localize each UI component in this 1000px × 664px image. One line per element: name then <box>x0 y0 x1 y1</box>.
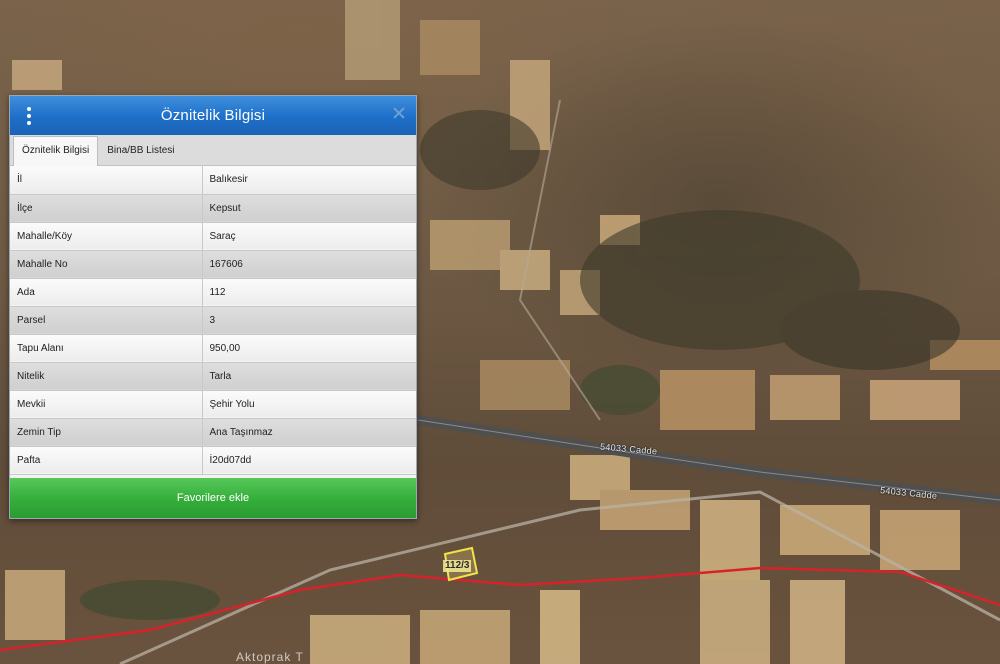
table-row: Parsel 3 <box>10 306 416 335</box>
table-row: Ada 112 <box>10 278 416 307</box>
attribute-key: Mevkii <box>10 390 203 419</box>
table-row: Mahalle No 167606 <box>10 250 416 279</box>
attribute-value: Saraç <box>202 222 416 251</box>
panel-tabs: Öznitelik Bilgisi Bina/BB Listesi <box>10 135 416 166</box>
table-row: Zemin Tip Ana Taşınmaz <box>10 418 416 447</box>
vertical-dots-icon[interactable] <box>24 107 34 125</box>
add-to-favorites-button[interactable]: Favorilere ekle <box>10 478 416 518</box>
attribute-value: Ana Taşınmaz <box>202 418 416 447</box>
table-row: İl Balıkesir <box>10 166 416 195</box>
close-icon[interactable] <box>392 106 406 120</box>
table-row: Nitelik Tarla <box>10 362 416 391</box>
parcel-label[interactable]: 112/3 <box>443 560 472 572</box>
attribute-key: Zemin Tip <box>10 418 203 447</box>
attribute-key: Pafta <box>10 446 203 475</box>
tab-building-list[interactable]: Bina/BB Listesi <box>98 136 183 165</box>
attribute-value: 112 <box>202 278 416 307</box>
attribute-value: İ20d07dd <box>202 446 416 475</box>
attribute-key: Nitelik <box>10 362 203 391</box>
attribute-value: Balıkesir <box>202 166 416 195</box>
attribute-key: Parsel <box>10 306 203 335</box>
place-label: Aktoprak T <box>236 650 304 664</box>
attribute-key: İlçe <box>10 194 203 223</box>
attribute-key: Mahalle/Köy <box>10 222 203 251</box>
attribute-value: Tarla <box>202 362 416 391</box>
attribute-panel: Öznitelik Bilgisi Öznitelik Bilgisi Bina… <box>9 95 417 519</box>
attribute-key: Ada <box>10 278 203 307</box>
tab-attribute-info[interactable]: Öznitelik Bilgisi <box>13 136 99 166</box>
attribute-value: 3 <box>202 306 416 335</box>
attribute-key: Mahalle No <box>10 250 203 279</box>
attribute-key: İl <box>10 166 203 195</box>
attribute-value: Kepsut <box>202 194 416 223</box>
table-row: Pafta İ20d07dd <box>10 446 416 475</box>
panel-title: Öznitelik Bilgisi <box>160 107 266 124</box>
table-row: Mevkii Şehir Yolu <box>10 390 416 419</box>
table-row: Tapu Alanı 950,00 <box>10 334 416 363</box>
table-row: Mahalle/Köy Saraç <box>10 222 416 251</box>
panel-header: Öznitelik Bilgisi <box>10 96 416 135</box>
attribute-key: Tapu Alanı <box>10 334 203 363</box>
attribute-value: 950,00 <box>202 334 416 363</box>
attribute-value: Şehir Yolu <box>202 390 416 419</box>
attribute-table: İl Balıkesir İlçe Kepsut Mahalle/Köy Sar… <box>10 166 416 475</box>
attribute-value: 167606 <box>202 250 416 279</box>
table-row: İlçe Kepsut <box>10 194 416 223</box>
